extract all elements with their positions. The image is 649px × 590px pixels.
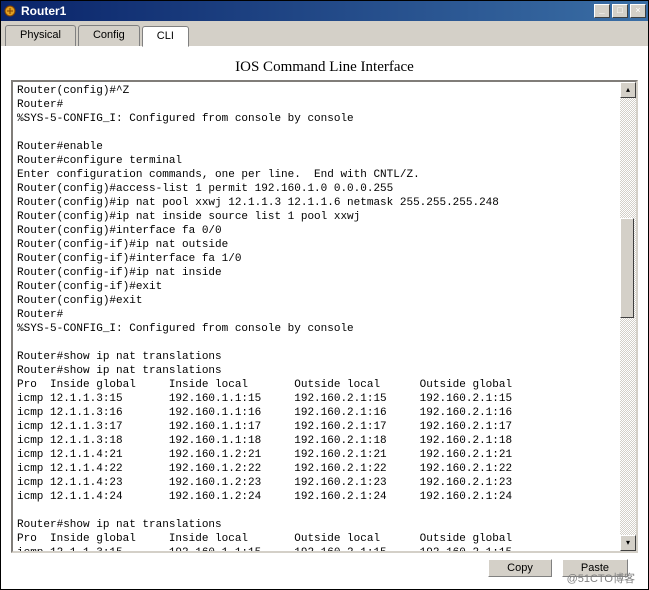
tab-bar: Physical Config CLI [1,21,648,47]
window-controls: _ □ × [594,4,646,18]
tab-physical[interactable]: Physical [5,25,76,46]
scroll-down-button[interactable]: ▾ [620,535,636,551]
tab-cli[interactable]: CLI [142,26,189,47]
terminal-container: Router(config)#^Z Router# %SYS-5-CONFIG_… [11,80,638,553]
scroll-up-button[interactable]: ▴ [620,82,636,98]
minimize-button[interactable]: _ [594,4,610,18]
terminal-output[interactable]: Router(config)#^Z Router# %SYS-5-CONFIG_… [13,82,620,551]
titlebar[interactable]: Router1 _ □ × [1,1,648,21]
scrollbar-thumb[interactable] [620,218,634,318]
copy-button[interactable]: Copy [488,559,552,577]
maximize-button[interactable]: □ [612,4,628,18]
tab-config[interactable]: Config [78,25,140,46]
window-title: Router1 [21,4,594,18]
button-bar: Copy Paste [11,553,638,583]
app-window: Router1 _ □ × Physical Config CLI IOS Co… [0,0,649,590]
paste-button[interactable]: Paste [562,559,628,577]
router-icon [3,4,17,18]
tab-content: IOS Command Line Interface Router(config… [1,47,648,589]
vertical-scrollbar[interactable]: ▴ ▾ [620,82,636,551]
close-button[interactable]: × [630,4,646,18]
scrollbar-track[interactable] [620,98,636,535]
cli-heading: IOS Command Line Interface [11,53,638,80]
